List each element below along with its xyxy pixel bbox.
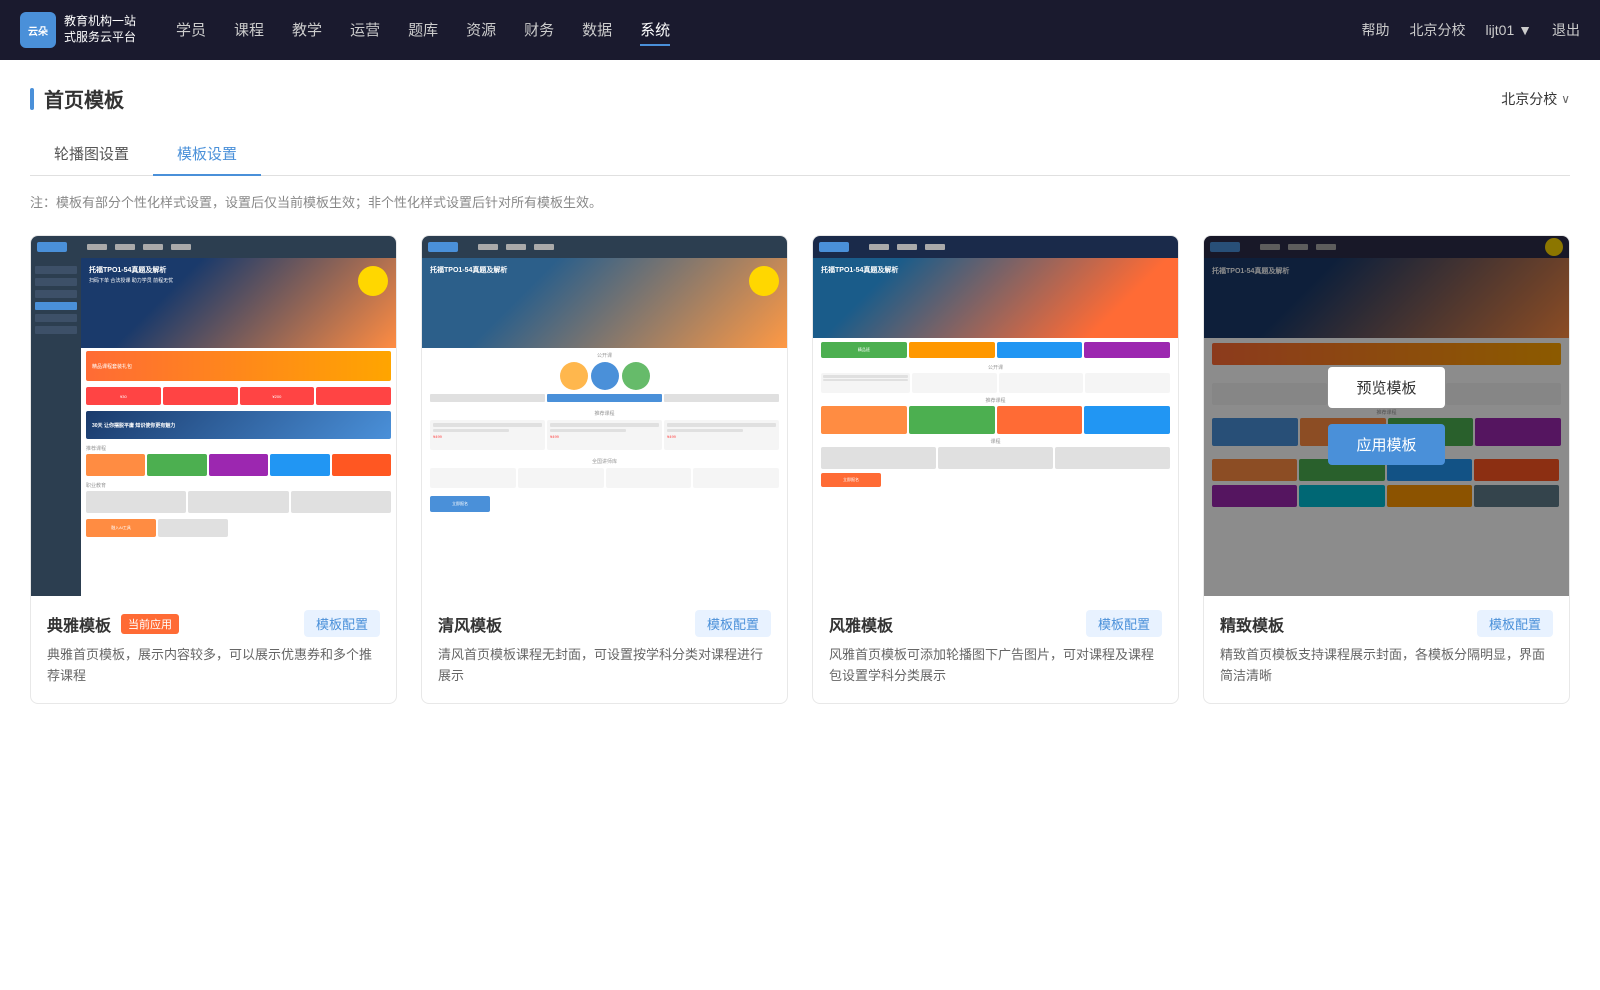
- tab-carousel[interactable]: 轮播图设置: [30, 133, 153, 176]
- template-3-config-button[interactable]: 模板配置: [1086, 610, 1162, 637]
- nav-left: 云朵 教育机构一站 式服务云平台 学员 课程 教学 运营 题库 资源 财务 数据…: [20, 12, 670, 48]
- template-4-footer: 精致模板 模板配置 精致首页模板支持课程展示封面，各模板分隔明显，界面简洁清晰: [1204, 596, 1569, 703]
- preview-template-1-button[interactable]: 预览模板: [155, 367, 271, 408]
- preview-template-3-button[interactable]: 预览模板: [937, 367, 1053, 408]
- apply-template-3-button[interactable]: 应用模板: [937, 424, 1053, 465]
- page-title: 首页模板: [44, 84, 124, 113]
- logo: 云朵 教育机构一站 式服务云平台: [20, 12, 136, 48]
- help-link[interactable]: 帮助: [1361, 20, 1389, 40]
- template-1-desc: 典雅首页模板，展示内容较多，可以展示优惠券和多个推荐课程: [47, 645, 380, 687]
- template-2-name-row: 清风模板 模板配置: [438, 610, 771, 637]
- nav-item-students[interactable]: 学员: [176, 15, 206, 46]
- template-3-name: 风雅模板: [829, 612, 893, 636]
- template-card-1: 托福TPO1-54真题及解析扫码下单 合法授课 助力学员 前程无忧 精品课程套装…: [30, 235, 397, 704]
- preview-template-4-button[interactable]: 预览模板: [1328, 367, 1444, 408]
- page-title-wrap: 首页模板: [30, 84, 124, 113]
- template-4-config-button[interactable]: 模板配置: [1477, 610, 1553, 637]
- template-2-footer: 清风模板 模板配置 清风首页模板课程无封面，可设置按学科分类对课程进行展示: [422, 596, 787, 703]
- logo-icon: 云朵: [20, 12, 56, 48]
- template-4-name-row: 精致模板 模板配置: [1220, 610, 1553, 637]
- nav-right: 帮助 北京分校 lijt01 ▼ 退出: [1361, 20, 1580, 40]
- nav-item-teaching[interactable]: 教学: [292, 15, 322, 46]
- logout-button[interactable]: 退出: [1552, 20, 1580, 40]
- page-header: 首页模板 北京分校 ∨: [30, 84, 1570, 113]
- logo-text: 教育机构一站 式服务云平台: [64, 14, 136, 45]
- apply-template-1-button[interactable]: 应用模板: [155, 424, 271, 465]
- nav-item-system[interactable]: 系统: [640, 15, 670, 46]
- template-preview-1[interactable]: 托福TPO1-54真题及解析扫码下单 合法授课 助力学员 前程无忧 精品课程套装…: [31, 236, 396, 596]
- template-1-config-button[interactable]: 模板配置: [304, 610, 380, 637]
- preview-template-2-button[interactable]: 预览模板: [546, 367, 662, 408]
- note-text: 注：模板有部分个性化样式设置，设置后仅当前模板生效；非个性化样式设置后针对所有模…: [30, 192, 1570, 211]
- apply-template-4-button[interactable]: 应用模板: [1328, 424, 1444, 465]
- nav-item-operations[interactable]: 运营: [350, 15, 380, 46]
- template-1-badge: 当前应用: [121, 614, 179, 634]
- template-1-name-row: 典雅模板 当前应用 模板配置: [47, 610, 380, 637]
- nav-item-courses[interactable]: 课程: [234, 15, 264, 46]
- template-2-desc: 清风首页模板课程无封面，可设置按学科分类对课程进行展示: [438, 645, 771, 687]
- main-content: 首页模板 北京分校 ∨ 轮播图设置 模板设置 注：模板有部分个性化样式设置，设置…: [0, 60, 1600, 990]
- template-card-4: 托福TPO1-54真题及解析 公开课: [1203, 235, 1570, 704]
- page-title-bar: [30, 88, 34, 110]
- template-4-name: 精致模板: [1220, 612, 1284, 636]
- template-3-desc: 风雅首页模板可添加轮播图下广告图片，可对课程及课程包设置学科分类展示: [829, 645, 1162, 687]
- template-3-footer: 风雅模板 模板配置 风雅首页模板可添加轮播图下广告图片，可对课程及课程包设置学科…: [813, 596, 1178, 703]
- nav-item-finance[interactable]: 财务: [524, 15, 554, 46]
- templates-grid: 托福TPO1-54真题及解析扫码下单 合法授课 助力学员 前程无忧 精品课程套装…: [30, 235, 1570, 704]
- template-preview-3[interactable]: 托福TPO1-54真题及解析 精品班 公开课: [813, 236, 1178, 596]
- template-card-2: 托福TPO1-54真题及解析 公开课: [421, 235, 788, 704]
- user-menu[interactable]: lijt01 ▼: [1485, 22, 1532, 38]
- apply-template-2-button[interactable]: 应用模板: [546, 424, 662, 465]
- nav-item-resources[interactable]: 资源: [466, 15, 496, 46]
- navigation: 云朵 教育机构一站 式服务云平台 学员 课程 教学 运营 题库 资源 财务 数据…: [0, 0, 1600, 60]
- chevron-down-icon: ∨: [1561, 92, 1570, 106]
- template-preview-4[interactable]: 托福TPO1-54真题及解析 公开课: [1204, 236, 1569, 596]
- tab-template[interactable]: 模板设置: [153, 133, 261, 176]
- template-4-overlay: 预览模板 应用模板: [1204, 236, 1569, 596]
- template-2-config-button[interactable]: 模板配置: [695, 610, 771, 637]
- nav-item-questions[interactable]: 题库: [408, 15, 438, 46]
- template-2-name: 清风模板: [438, 612, 502, 636]
- template-preview-2[interactable]: 托福TPO1-54真题及解析 公开课: [422, 236, 787, 596]
- template-1-footer: 典雅模板 当前应用 模板配置 典雅首页模板，展示内容较多，可以展示优惠券和多个推…: [31, 596, 396, 703]
- nav-item-data[interactable]: 数据: [582, 15, 612, 46]
- template-4-desc: 精致首页模板支持课程展示封面，各模板分隔明显，界面简洁清晰: [1220, 645, 1553, 687]
- template-1-name: 典雅模板: [47, 612, 111, 636]
- template-3-name-row: 风雅模板 模板配置: [829, 610, 1162, 637]
- template-card-3: 托福TPO1-54真题及解析 精品班 公开课: [812, 235, 1179, 704]
- branch-link[interactable]: 北京分校: [1409, 20, 1465, 40]
- tabs: 轮播图设置 模板设置: [30, 133, 1570, 176]
- branch-selector[interactable]: 北京分校 ∨: [1501, 89, 1570, 109]
- nav-menu: 学员 课程 教学 运营 题库 资源 财务 数据 系统: [176, 15, 670, 46]
